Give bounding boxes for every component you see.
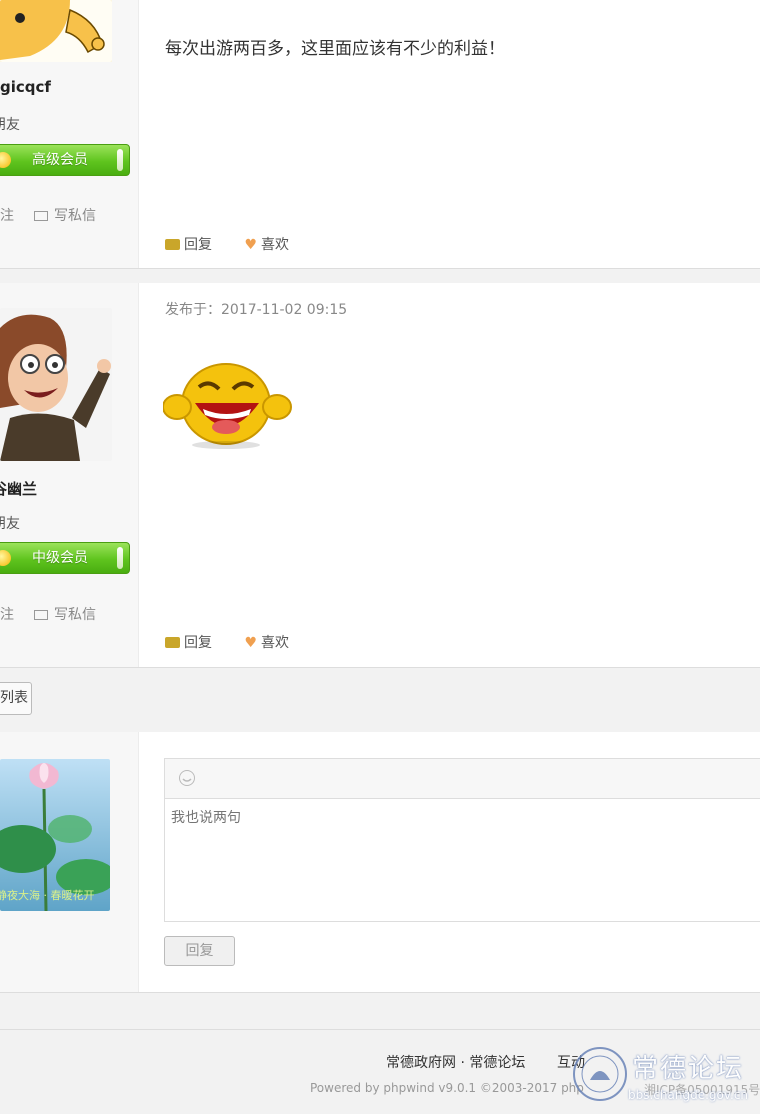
editor-toolbar <box>164 758 760 799</box>
quick-reply: 静夜大海 · 春暖花开 回复 <box>0 732 760 993</box>
forum-watermark-logo: 常德论坛 bbs.changde.gov.cn <box>572 1040 760 1110</box>
post-1: gicqcf 朋友 高级会员 关注 写私信 每次出游两百多，这里面应该有不少的利… <box>0 0 760 269</box>
send-message-label: 写私信 <box>54 208 96 224</box>
follow-link[interactable]: 关注 <box>0 604 14 624</box>
user-group: 朋友 <box>0 117 20 133</box>
reply-icon <box>165 239 180 250</box>
heart-icon: ♥ <box>244 237 258 253</box>
send-message-label: 写私信 <box>54 607 96 623</box>
back-to-list-label: 列表 <box>0 690 28 706</box>
post-actions: 回复 ♥ 喜欢 <box>165 234 317 254</box>
post-1-body: 每次出游两百多，这里面应该有不少的利益！ 回复 ♥ 喜欢 <box>139 0 760 268</box>
level-bar-icon <box>117 149 123 171</box>
thread-toolbar: 列表 <box>0 668 760 732</box>
reply-textarea[interactable] <box>164 798 760 922</box>
back-to-list-button[interactable]: 列表 <box>0 682 32 715</box>
post-content: 每次出游两百多，这里面应该有不少的利益！ <box>165 39 505 59</box>
like-label: 喜欢 <box>261 635 290 651</box>
laughing-emoji-icon <box>162 357 293 452</box>
post-2-body: 发布于：2017-11-02 09:15 回复 ♥ 喜欢 <box>139 283 760 667</box>
submit-reply-button[interactable]: 回复 <box>164 936 235 966</box>
like-button[interactable]: ♥ 喜欢 <box>244 234 289 254</box>
like-label: 喜欢 <box>261 237 290 253</box>
avatar[interactable] <box>0 0 112 62</box>
level-coin-icon <box>0 152 11 168</box>
post-timestamp: 发布于：2017-11-02 09:15 <box>165 302 348 318</box>
level-coin-icon <box>0 550 11 566</box>
level-badge: 高级会员 <box>0 144 130 176</box>
submit-reply-label: 回复 <box>185 943 214 959</box>
follow-link[interactable]: 关注 <box>0 205 14 225</box>
quick-reply-body: 回复 <box>139 732 760 992</box>
forum-logo-url: bbs.changde.gov.cn <box>628 1088 749 1102</box>
footer-links-label: 常德政府网 · 常德论坛 <box>386 1055 526 1071</box>
footer: 常德政府网 · 常德论坛 互动 Powered by phpwind v9.0.… <box>0 1029 760 1110</box>
footer-links[interactable]: 常德政府网 · 常德论坛 <box>386 1052 525 1072</box>
cartoon-avatar-icon <box>0 0 112 62</box>
quick-reply-avatar-panel: 静夜大海 · 春暖花开 <box>0 732 139 992</box>
post-1-author-panel: gicqcf 朋友 高级会员 关注 写私信 <box>0 0 139 268</box>
cartoon-girl-avatar-icon <box>0 308 112 461</box>
username[interactable]: 谷幽兰 <box>0 478 37 499</box>
forum-logo-text: 常德论坛 <box>632 1054 745 1084</box>
envelope-icon <box>34 610 48 620</box>
user-group: 朋友 <box>0 516 20 532</box>
send-message-link[interactable]: 写私信 <box>34 604 96 624</box>
reply-button[interactable]: 回复 <box>165 234 212 254</box>
emoticon-icon[interactable] <box>179 770 195 786</box>
post-2: 谷幽兰 朋友 中级会员 关注 写私信 发布于：2017-11-02 09:15 <box>0 283 760 668</box>
avatar-caption: 静夜大海 · 春暖花开 <box>0 889 95 902</box>
post-2-author-panel: 谷幽兰 朋友 中级会员 关注 写私信 <box>0 283 139 667</box>
level-badge-label: 中级会员 <box>32 550 88 566</box>
username[interactable]: gicqcf <box>0 78 51 96</box>
reply-icon <box>165 637 180 648</box>
send-message-link[interactable]: 写私信 <box>34 205 96 225</box>
level-bar-icon <box>117 547 123 569</box>
reply-button[interactable]: 回复 <box>165 632 212 652</box>
level-badge-label: 高级会员 <box>32 152 88 168</box>
envelope-icon <box>34 211 48 221</box>
avatar[interactable]: 静夜大海 · 春暖花开 <box>0 759 110 911</box>
reply-label: 回复 <box>184 237 212 253</box>
like-button[interactable]: ♥ 喜欢 <box>244 632 289 652</box>
post-actions: 回复 ♥ 喜欢 <box>165 632 317 652</box>
level-badge: 中级会员 <box>0 542 130 574</box>
avatar[interactable] <box>0 308 112 461</box>
powered-by: Powered by phpwind v9.0.1 ©2003-2017 php <box>310 1081 584 1095</box>
heart-icon: ♥ <box>244 635 258 651</box>
post-divider <box>0 269 760 283</box>
reply-label: 回复 <box>184 635 212 651</box>
